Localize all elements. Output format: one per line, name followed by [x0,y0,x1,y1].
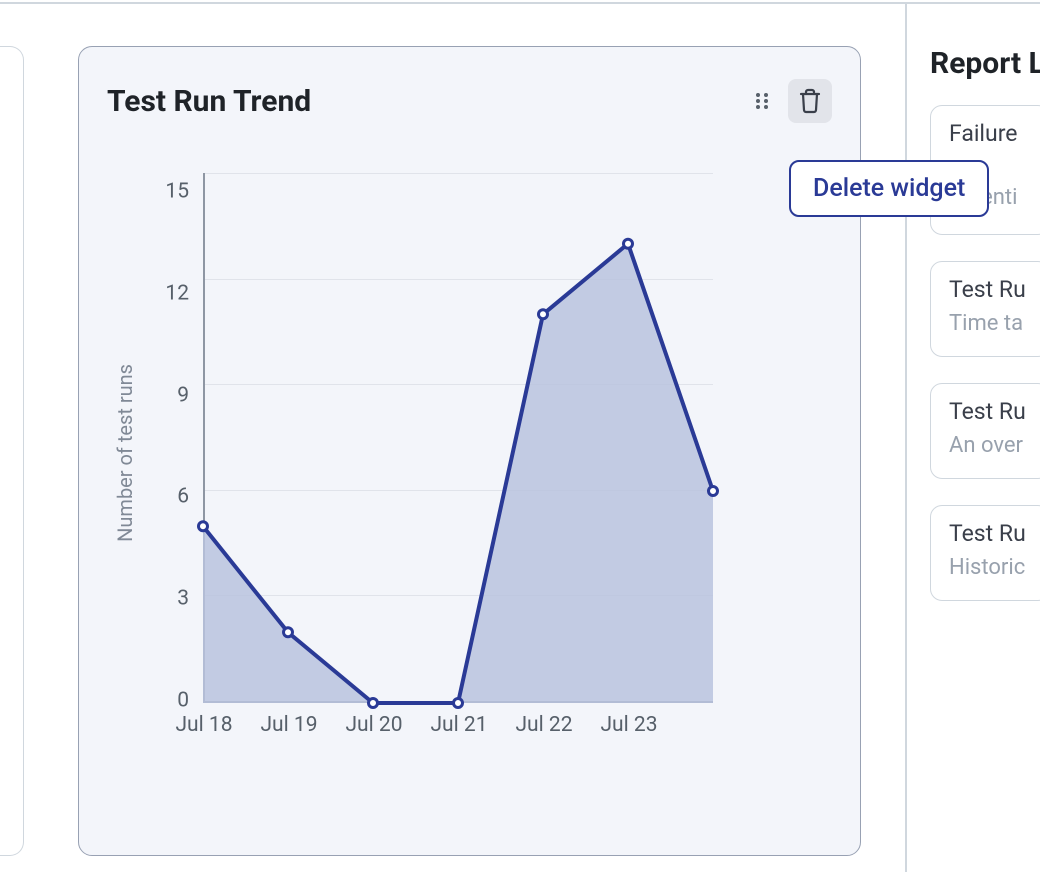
report-library-panel: Report L FailurepepotentiTest RuTime taT… [930,46,1040,627]
adjacent-card-edge [0,46,24,856]
x-tick: Jul 21 [430,713,487,737]
chart-series [203,173,713,703]
x-tick: Jul 19 [260,713,317,737]
report-library-card[interactable]: Test Ru Historic [930,505,1040,601]
report-library-card[interactable]: Test Ru An over [930,383,1040,479]
report-card-title: Test Ru [949,398,1031,425]
right-panel-divider [905,2,907,872]
y-tick: 9 [149,385,189,406]
report-card-desc: Historic [949,553,1031,583]
y-tick-labels: 15129630 [149,173,189,703]
drag-handle-icon[interactable] [748,87,776,115]
widget-title: Test Run Trend [107,84,311,119]
report-card-desc: Time ta [949,309,1031,339]
x-tick: Jul 18 [175,713,232,737]
plot-column: Jul 18Jul 19Jul 20Jul 21Jul 22Jul 23 [203,173,832,793]
chart-plot [203,173,713,703]
y-tick: 12 [149,283,189,304]
x-tick: Jul 22 [515,713,572,737]
widget-actions [748,79,832,123]
y-tick: 3 [149,589,189,610]
y-axis-title: Number of test runs [107,364,143,542]
report-card-title: Failure [949,120,1031,147]
report-card-title: Test Ru [949,520,1031,547]
chart-area: Number of test runs 15 12 9 6 3 0 Jul 18 Jul 1… [107,173,832,793]
y-tick: 0 [149,690,189,711]
widget-header: Test Run Trend [107,79,832,123]
y-tick: 15 [149,181,189,202]
delete-widget-button[interactable] [788,79,832,123]
report-library-title: Report L [930,46,1040,81]
trash-icon [798,88,822,114]
report-card-title: Test Ru [949,276,1031,303]
report-library-card[interactable]: Failure pepotenti [930,105,1040,235]
canvas-top-border [0,2,1040,4]
report-card-desc: An over [949,431,1031,461]
y-tick: 6 [149,487,189,508]
report-library-card[interactable]: Test Ru Time ta [930,261,1040,357]
widget-card: Test Run Trend Number of test runs 15 12 9… [78,46,861,856]
report-card-desc: pe [949,153,1031,183]
report-card-desc: potenti [949,183,1031,213]
x-tick: Jul 20 [345,713,402,737]
x-tick: Jul 23 [600,713,657,737]
